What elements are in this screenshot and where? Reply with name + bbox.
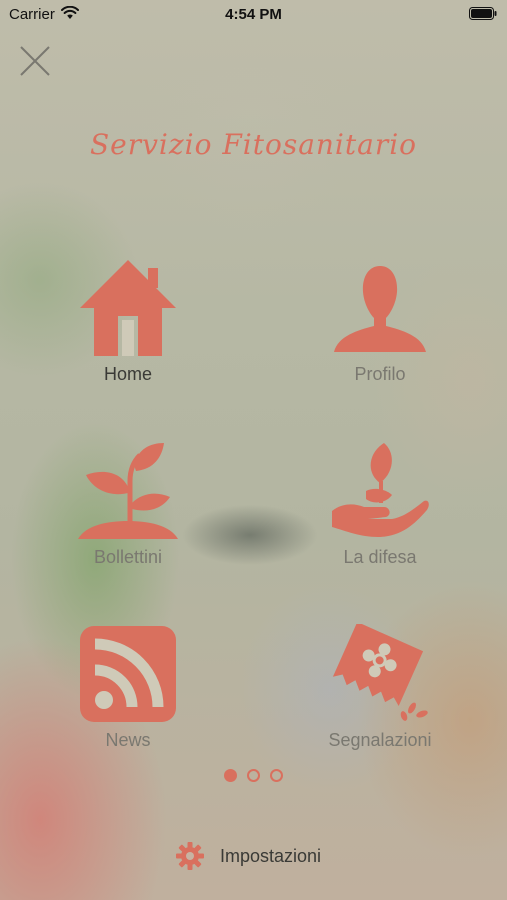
battery-icon	[469, 7, 497, 20]
settings-button[interactable]: Impostazioni	[176, 840, 346, 872]
home-icon	[80, 260, 176, 356]
menu-item-profilo[interactable]: Profilo	[300, 258, 460, 398]
app-title: Servizio Fitosanitario	[89, 128, 418, 161]
page-dot-2[interactable]	[247, 769, 260, 782]
menu-item-bollettini[interactable]: Bollettini	[48, 441, 208, 581]
page-indicator	[0, 769, 507, 787]
clock: 4:54 PM	[225, 6, 282, 23]
seed-packet-icon	[332, 624, 428, 721]
gear-icon	[176, 842, 204, 870]
menu-label-news: News	[105, 730, 151, 750]
menu-label-home: Home	[103, 364, 152, 384]
page-dot-3[interactable]	[270, 769, 283, 782]
menu-item-home[interactable]: Home	[48, 258, 208, 398]
menu-label-la-difesa: La difesa	[343, 547, 417, 567]
menu-item-segnalazioni[interactable]: Segnalazioni	[300, 624, 460, 764]
menu-item-news[interactable]: News	[48, 624, 208, 764]
hand-plant-icon	[332, 443, 429, 537]
menu-label-bollettini: Bollettini	[93, 547, 163, 567]
menu-label-profilo: Profilo	[354, 364, 406, 384]
close-button[interactable]	[18, 44, 52, 78]
menu-label-segnalazioni: Segnalazioni	[328, 730, 432, 750]
menu-item-la-difesa[interactable]: La difesa	[300, 441, 460, 581]
page-dot-1[interactable]	[224, 769, 237, 782]
status-bar: Carrier 4:54 PM	[0, 0, 507, 28]
seedling-icon	[78, 443, 178, 539]
person-icon	[334, 266, 426, 352]
rss-icon	[80, 626, 176, 722]
settings-label: Impostazioni	[220, 846, 322, 866]
